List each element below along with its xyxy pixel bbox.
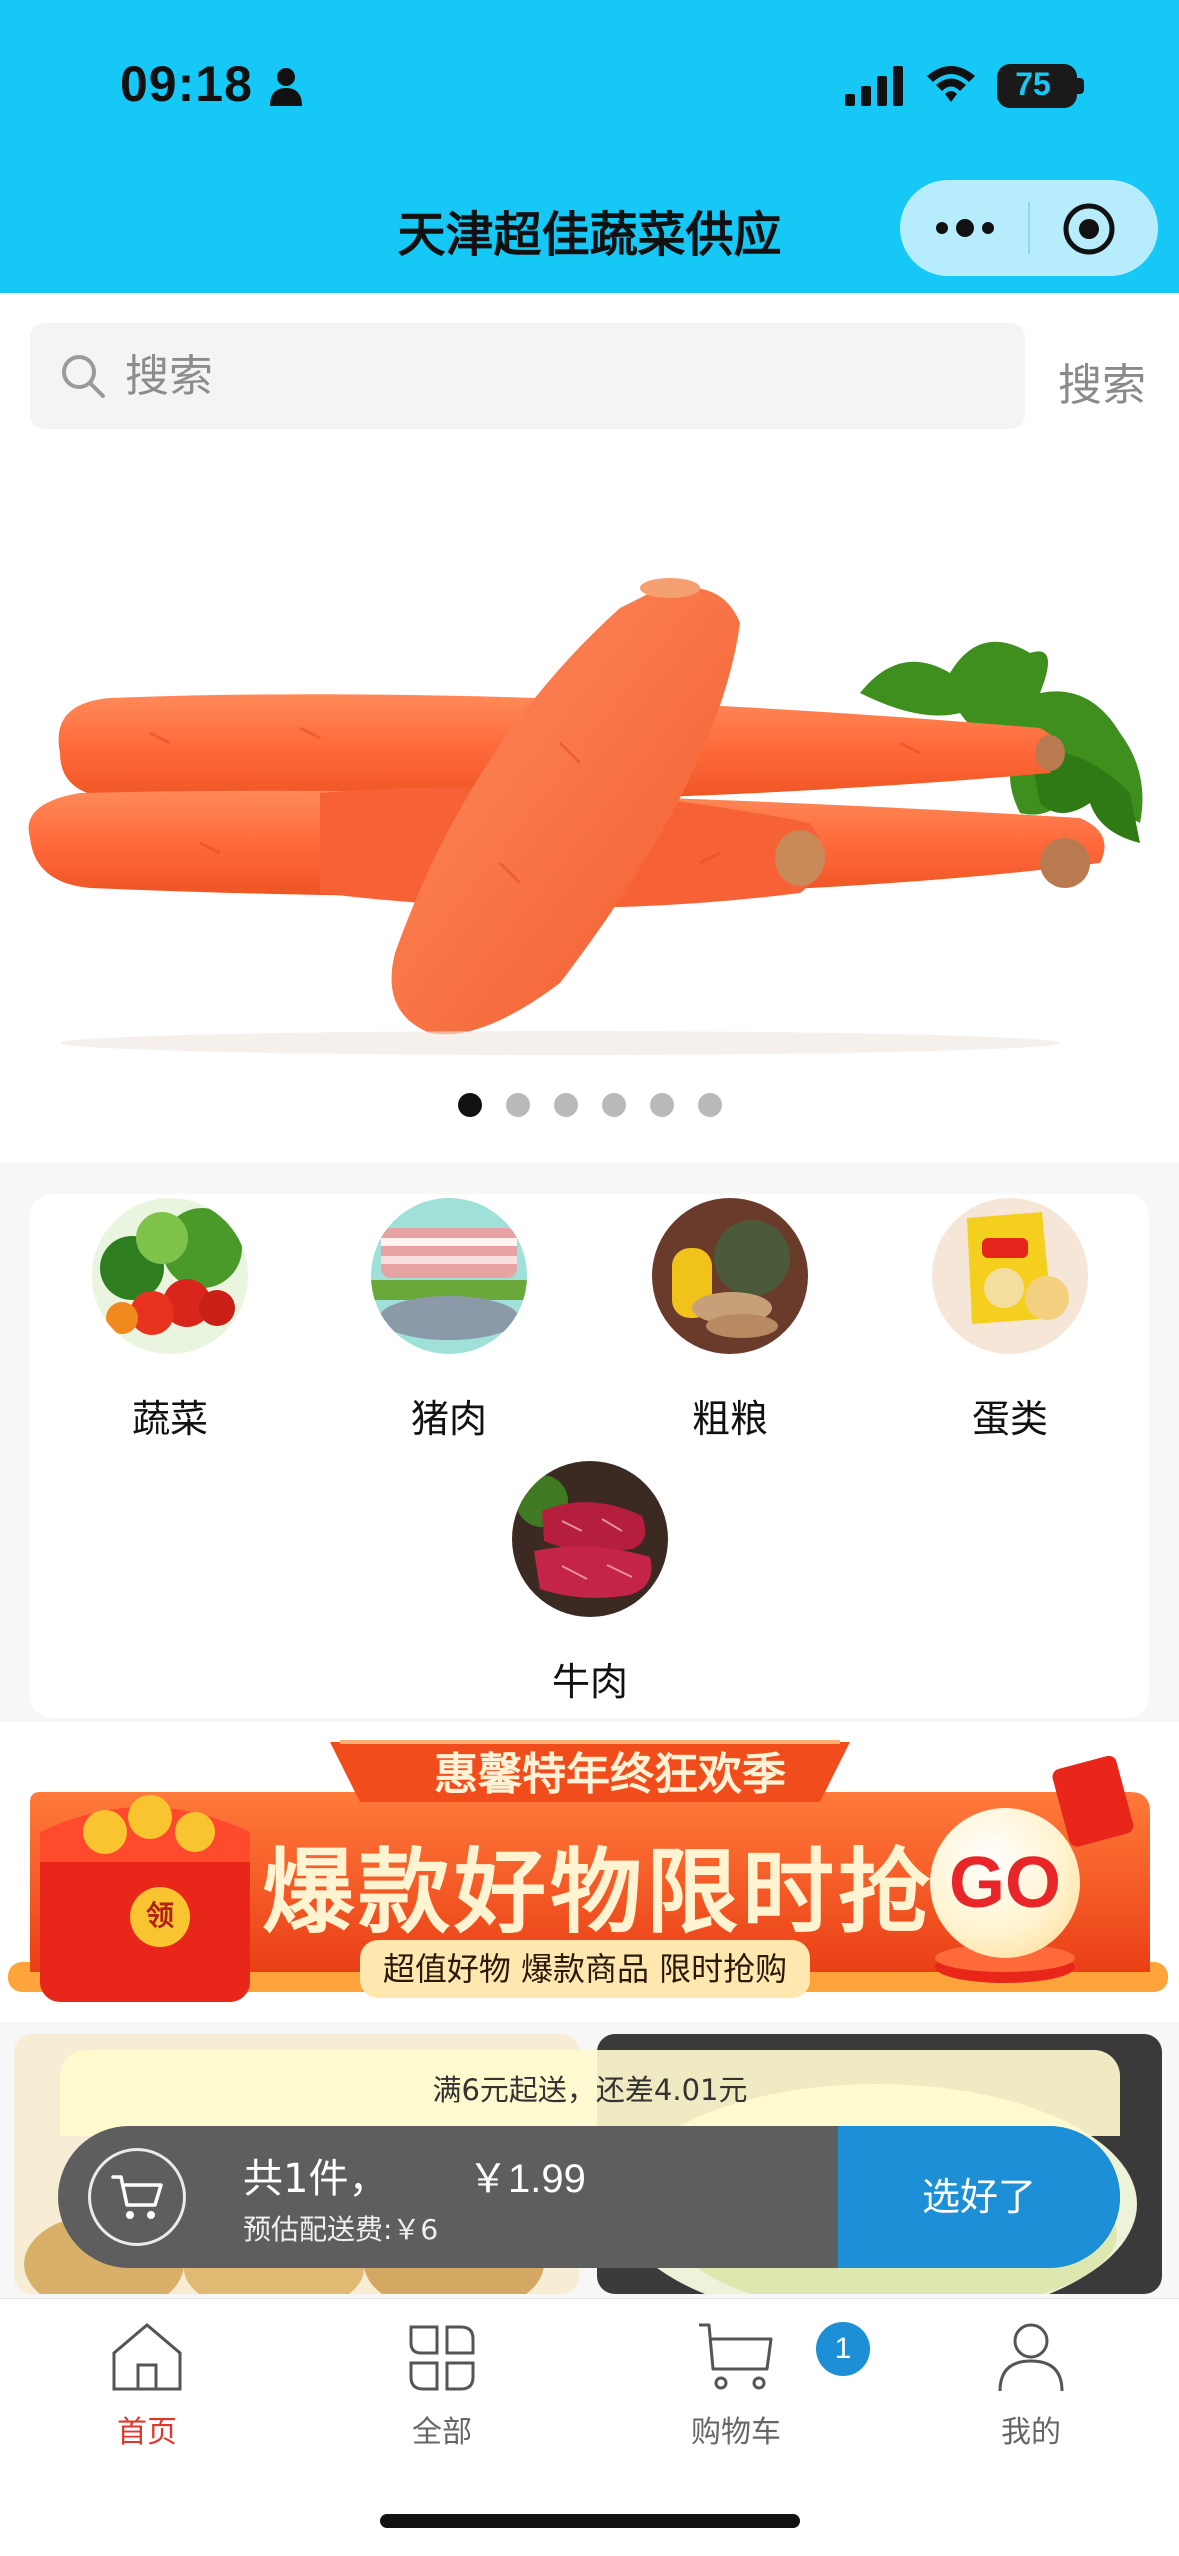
carousel-dot[interactable] [697, 1093, 722, 1117]
category-grains[interactable]: 粗粮 [630, 1198, 830, 1443]
promo-title: 惠馨特年终狂欢季 [434, 1749, 786, 1800]
category-eggs[interactable]: 蛋类 [910, 1198, 1110, 1443]
tab-label: 首页 [117, 2415, 177, 2450]
cart-item-count: 共1件， [243, 2156, 389, 2202]
eggs-image [932, 1198, 1088, 1354]
search-input[interactable] [125, 345, 975, 407]
pork-image [371, 1198, 527, 1354]
user-icon [998, 2323, 1064, 2392]
status-time: 09:18 [120, 56, 253, 112]
header-bar: 09:18 75 天津超佳蔬菜供应 [0, 0, 1179, 293]
tab-label: 购物车 [691, 2415, 781, 2450]
delivery-fee: 预估配送费:￥6 [243, 2213, 439, 2246]
battery-icon: 75 [997, 64, 1077, 108]
cart-total-price: ￥1.99 [468, 2157, 586, 2201]
cart-icon [111, 2175, 163, 2219]
person-icon [270, 68, 302, 106]
category-label: 猪肉 [410, 1397, 487, 1441]
carousel-indicator [0, 1093, 1179, 1117]
grid-icon [409, 2325, 475, 2391]
cart-badge: 1 [816, 2322, 870, 2376]
tab-label: 我的 [1001, 2415, 1061, 2450]
battery-cap [1077, 78, 1084, 94]
home-indicator[interactable] [380, 2514, 800, 2528]
miniprogram-capsule [900, 180, 1158, 276]
capsule-divider [1028, 202, 1030, 254]
wifi-icon [927, 66, 975, 102]
search-box[interactable] [30, 323, 1025, 429]
category-label: 牛肉 [551, 1660, 628, 1704]
promo-banner[interactable]: 领 惠馨特年终狂欢季 爆款好物限时抢 超值好物 爆款商品 限时抢购 GO [0, 1722, 1179, 2022]
search-button[interactable]: 搜索 [1058, 349, 1146, 413]
carrot-banner-image [28, 578, 1143, 1055]
promo-headline: 爆款好物限时抢 [261, 1839, 934, 1946]
category-label: 蔬菜 [131, 1397, 208, 1441]
coupon-label: 领 [145, 1899, 174, 1932]
category-label: 粗粮 [691, 1397, 768, 1441]
page: 09:18 75 天津超佳蔬菜供应 搜索 搜索 蔬菜 猪肉 粗粮 蛋类 牛肉 领… [0, 0, 1179, 2556]
promo-subline: 超值好物 爆款商品 限时抢购 [360, 1940, 810, 1998]
category-beef[interactable]: 牛肉 [490, 1461, 690, 1706]
tab-label: 全部 [412, 2415, 472, 2450]
home-icon [112, 2323, 182, 2391]
tab-all[interactable]: 全部 [352, 2319, 532, 2451]
category-label: 蛋类 [971, 1397, 1048, 1441]
carousel-dot[interactable] [649, 1093, 674, 1117]
checkout-button[interactable]: 选好了 [838, 2126, 1120, 2268]
promo-go-button[interactable]: GO [930, 1808, 1080, 1958]
tab-cart[interactable]: 购物车 [646, 2319, 826, 2451]
grains-image [652, 1198, 808, 1354]
tab-me[interactable]: 我的 [941, 2319, 1121, 2451]
search-icon [62, 355, 105, 398]
carousel-dot[interactable] [553, 1093, 578, 1117]
category-grid: 蔬菜 猪肉 粗粮 蛋类 牛肉 [30, 1194, 1149, 1718]
search-area: 搜索 [0, 293, 1179, 443]
carousel-dot[interactable] [457, 1093, 482, 1117]
vegetables-image [92, 1198, 248, 1354]
more-icon[interactable] [930, 208, 1000, 248]
cart-bar[interactable]: 共1件， ￥1.99 预估配送费:￥6 选好了 [58, 2126, 1120, 2268]
banner-carousel[interactable] [0, 443, 1179, 1163]
signal-icon [845, 66, 903, 106]
cart-circle[interactable] [88, 2148, 186, 2246]
cart-icon [699, 2323, 773, 2390]
close-miniprogram-icon[interactable] [1062, 202, 1116, 256]
carousel-dot[interactable] [601, 1093, 626, 1117]
carousel-dot[interactable] [505, 1093, 530, 1117]
battery-level: 75 [1015, 66, 1051, 102]
category-vegetables[interactable]: 蔬菜 [70, 1198, 270, 1443]
category-pork[interactable]: 猪肉 [349, 1198, 549, 1443]
beef-image [512, 1461, 668, 1617]
minimum-order-tip: 满6元起送，还差4.01元 [60, 2050, 1120, 2136]
tab-home[interactable]: 首页 [57, 2319, 237, 2451]
